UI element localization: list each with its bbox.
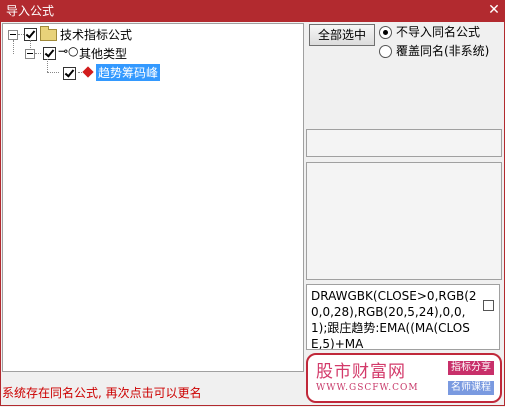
formula-code-preview[interactable]: DRAWGBK(CLOSE>0,RGB(20,0,28),RGB(20,5,24…: [306, 284, 500, 350]
tree-line: [47, 59, 49, 72]
tree-root-label[interactable]: 技术指标公式: [60, 26, 132, 43]
watermark-tag-course: 名师课程: [448, 381, 494, 395]
close-button[interactable]: ✕: [483, 0, 505, 22]
child-collapse-toggle[interactable]: [25, 49, 35, 59]
code-checkbox[interactable]: [483, 300, 494, 311]
child-checkbox[interactable]: [43, 47, 56, 60]
watermark-url: WWW.GSCFW.COM: [316, 383, 419, 393]
radio-overwrite-duplicates[interactable]: [379, 45, 392, 58]
leaf-checkbox[interactable]: [63, 67, 76, 80]
folder-icon: [40, 26, 57, 41]
key-icon: ⊸○: [58, 44, 79, 58]
status-message: 系统存在同名公式, 再次点击可以更名: [2, 386, 202, 400]
title-bar: 导入公式 ✕: [0, 0, 505, 22]
root-collapse-toggle[interactable]: [8, 30, 18, 40]
watermark-tag-share: 指标分享: [448, 361, 494, 375]
formula-gem-icon: [82, 66, 94, 78]
code-text: DRAWGBK(CLOSE>0,RGB(20,0,28),RGB(20,5,24…: [311, 289, 477, 350]
tree-line: [13, 40, 15, 54]
watermark-brand: 股市财富网: [316, 362, 406, 382]
tree-child-label[interactable]: 其他类型: [79, 45, 127, 62]
tree-line: [78, 72, 82, 74]
tree-line: [47, 72, 59, 74]
radio-skip-duplicates[interactable]: [379, 26, 392, 39]
tree-line: [35, 53, 41, 55]
select-all-button[interactable]: 全部选中: [309, 24, 375, 46]
option-label: 覆盖同名(非系统): [396, 44, 490, 58]
option-label: 不导入同名公式: [396, 25, 481, 39]
watermark-logo: 股市财富网 WWW.GSCFW.COM 指标分享 名师课程: [306, 353, 502, 403]
formula-name-box: [306, 129, 502, 157]
tree-leaf-label[interactable]: 趋势筹码峰: [96, 64, 161, 81]
window-title: 导入公式: [6, 4, 55, 18]
formula-description-box: [306, 162, 502, 280]
formula-tree[interactable]: 技术指标公式 ⊸○ 其他类型 趋势筹码峰: [2, 23, 304, 372]
